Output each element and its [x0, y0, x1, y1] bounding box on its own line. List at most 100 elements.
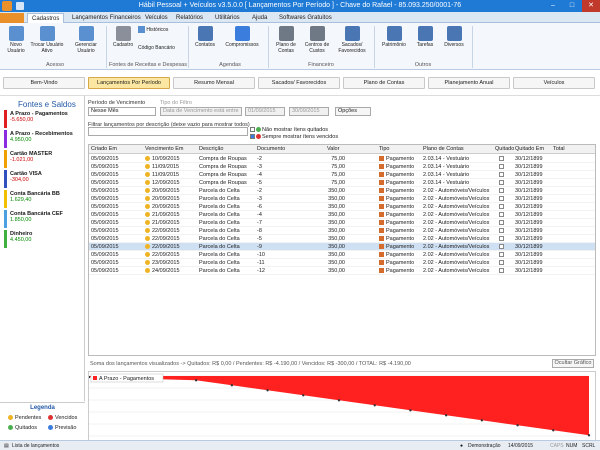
quitado-checkbox[interactable]: [499, 244, 504, 251]
switch-user-button[interactable]: Trocar Usuário Ativo: [28, 26, 66, 54]
cell-documento-text: -12: [257, 268, 265, 274]
nav-sacados-favorecidos[interactable]: Sacados/ Favorecidos: [258, 77, 340, 89]
nav-resumo-mensal[interactable]: Resumo Mensal: [173, 77, 255, 89]
table-row[interactable]: 05/09/2015 11/09/2015 Compra de Roupas -3 75…: [89, 163, 595, 171]
quitado-checkbox[interactable]: [499, 188, 504, 195]
quitado-checkbox[interactable]: [499, 180, 504, 187]
col-vencimento-em[interactable]: Vencimento Em: [145, 146, 184, 152]
table-row[interactable]: 05/09/2015 10/09/2015 Compra de Roupas -2 75…: [89, 155, 595, 163]
date-to-input[interactable]: 30/09/2015: [289, 107, 329, 116]
table-row[interactable]: 05/09/2015 20/09/2015 Parcela do Celta -3 35…: [89, 195, 595, 203]
codigo-bancario-button[interactable]: Código Bancário: [138, 45, 190, 51]
nav-planejamento-anual[interactable]: Planejamento Anual: [428, 77, 510, 89]
opcoes-button[interactable]: Opções: [335, 107, 371, 116]
nav-lancamentos-por-periodo[interactable]: Lançamentos Por Período: [88, 77, 170, 89]
table-row[interactable]: 05/09/2015 21/09/2015 Parcela do Celta -7 35…: [89, 219, 595, 227]
col-tipo[interactable]: Tipo: [379, 146, 390, 152]
account-item[interactable]: A Prazo - Recebimentos 4.950,00: [4, 130, 83, 148]
minimize-icon[interactable]: –: [544, 0, 562, 12]
account-item[interactable]: Cartão VISA -304,00: [4, 170, 83, 188]
tab-relatorios[interactable]: Relatórios: [172, 13, 207, 23]
account-item[interactable]: Conta Bancária BB 1.629,40: [4, 190, 83, 208]
hide-paid-checkbox[interactable]: Não mostrar ítens quitados: [250, 127, 328, 133]
contatos-button[interactable]: Contatos: [192, 26, 218, 48]
col-plano-de-contas[interactable]: Plano de Contas: [423, 146, 464, 152]
compromissos-button[interactable]: Compromissos: [220, 26, 264, 48]
col-quitado[interactable]: Quitado: [495, 146, 514, 152]
quitado-checkbox[interactable]: [499, 212, 504, 219]
tab-veiculos[interactable]: Veículos: [141, 13, 172, 23]
table-row[interactable]: 05/09/2015 22/09/2015 Parcela do Celta -8 35…: [89, 227, 595, 235]
quitado-checkbox[interactable]: [499, 172, 504, 179]
table-row[interactable]: 05/09/2015 22/09/2015 Parcela do Celta -9 35…: [89, 243, 595, 251]
sacados-favorecidos-button[interactable]: Sacados/ Favorecidos: [334, 26, 370, 54]
table-row[interactable]: 05/09/2015 21/09/2015 Parcela do Celta -4 35…: [89, 211, 595, 219]
new-user-button[interactable]: Novo Usuário: [4, 26, 28, 54]
quitado-checkbox[interactable]: [499, 236, 504, 243]
account-item[interactable]: A Prazo - Pagamentos -5.650,00: [4, 110, 83, 128]
entries-table[interactable]: Criado Em Vencimento Em Descrição Docume…: [88, 144, 596, 356]
maximize-icon[interactable]: □: [563, 0, 581, 12]
col-quitado-em[interactable]: Quitado Em: [515, 146, 544, 152]
table-row[interactable]: 05/09/2015 20/09/2015 Parcela do Celta -2 35…: [89, 187, 595, 195]
account-item[interactable]: Dinheiro 4.450,00: [4, 230, 83, 248]
file-menu-button[interactable]: [0, 13, 24, 23]
tab-softwares-gratuitos[interactable]: Softwares Gratuitos: [275, 13, 336, 23]
tab-cadastros[interactable]: Cadastros: [27, 13, 65, 23]
quitado-checkbox[interactable]: [499, 220, 504, 227]
nav-bem-vindo[interactable]: Bem-Vindo: [3, 77, 85, 89]
historicos-button[interactable]: Históricos: [138, 26, 190, 33]
show-overdue-checkbox[interactable]: Sempre mostrar ítens vencidos: [250, 134, 338, 140]
quitado-checkbox[interactable]: [499, 228, 504, 235]
quitado-checkbox[interactable]: [499, 164, 504, 171]
cell-valor-text: 350,00: [328, 188, 345, 194]
col-documento[interactable]: Documento: [257, 146, 285, 152]
col-criado-em[interactable]: Criado Em: [91, 146, 117, 152]
tab-lancamentos-financeiros[interactable]: Lançamentos Financeiros: [68, 13, 145, 23]
col-total[interactable]: Total: [553, 146, 565, 152]
plano-de-contas-button[interactable]: Plano de Contas: [272, 26, 300, 54]
col-descricao[interactable]: Descrição: [199, 146, 223, 152]
cadastro-button[interactable]: Cadastro: [110, 26, 136, 48]
payment-icon: [379, 228, 384, 234]
tab-utilitarios[interactable]: Utilitários: [211, 13, 244, 23]
status-pending-icon: [145, 188, 150, 194]
table-row[interactable]: 05/09/2015 22/09/2015 Parcela do Celta -10 3…: [89, 251, 595, 259]
periodo-select[interactable]: Nesse Mês: [88, 107, 156, 116]
quitado-checkbox[interactable]: [499, 156, 504, 163]
quitado-checkbox[interactable]: [499, 260, 504, 267]
account-item[interactable]: Cartão MASTER -1.021,00: [4, 150, 83, 168]
cell-tipo: Pagamento: [379, 220, 414, 226]
nav-plano-de-contas[interactable]: Plano de Contas: [343, 77, 425, 89]
patrimonio-button[interactable]: Patrimônio: [378, 26, 410, 48]
col-valor[interactable]: Valor: [327, 146, 339, 152]
tarefas-button[interactable]: Tarefas: [412, 26, 438, 48]
checkbox-box: [499, 244, 504, 249]
legend-vencidos: Vencidos: [48, 415, 77, 421]
cell-plano-de-contas: 2.02 - Automóveis/Veículos: [423, 244, 489, 250]
manage-user-button[interactable]: Gerenciar Usuário: [70, 26, 102, 54]
table-row[interactable]: 05/09/2015 22/09/2015 Parcela do Celta -5 35…: [89, 235, 595, 243]
description-filter-input[interactable]: [88, 127, 248, 136]
date-from-input[interactable]: 01/09/2015: [245, 107, 285, 116]
diversos-button[interactable]: Diversos: [440, 26, 468, 48]
table-row[interactable]: 05/09/2015 20/09/2015 Parcela do Celta -6 35…: [89, 203, 595, 211]
centros-de-custos-button[interactable]: Centros de Custos: [302, 26, 332, 54]
cell-quitado-em-text: 30/12/1899: [515, 212, 543, 218]
nav-veiculos[interactable]: Veículos: [513, 77, 595, 89]
quitado-checkbox[interactable]: [499, 196, 504, 203]
account-item[interactable]: Conta Bancária CEF 1.850,00: [4, 210, 83, 228]
tipo-filtro-select[interactable]: Data de Vencimento está entre: [160, 107, 242, 116]
legend-title: Legenda: [30, 405, 55, 411]
table-row[interactable]: 05/09/2015 23/09/2015 Parcela do Celta -11 3…: [89, 259, 595, 267]
table-row[interactable]: 05/09/2015 11/09/2015 Compra de Roupas -4 75…: [89, 171, 595, 179]
quitado-checkbox[interactable]: [499, 252, 504, 259]
payment-icon: [379, 172, 384, 178]
table-row[interactable]: 05/09/2015 24/09/2015 Parcela do Celta -12 3…: [89, 267, 595, 275]
quitado-checkbox[interactable]: [499, 204, 504, 211]
quitado-checkbox[interactable]: [499, 268, 504, 275]
table-row[interactable]: 05/09/2015 12/09/2015 Compra de Roupas -5 75…: [89, 179, 595, 187]
close-icon[interactable]: ✕: [582, 0, 600, 12]
hide-chart-button[interactable]: Ocultar Gráfico: [552, 359, 594, 368]
tab-ajuda[interactable]: Ajuda: [248, 13, 271, 23]
